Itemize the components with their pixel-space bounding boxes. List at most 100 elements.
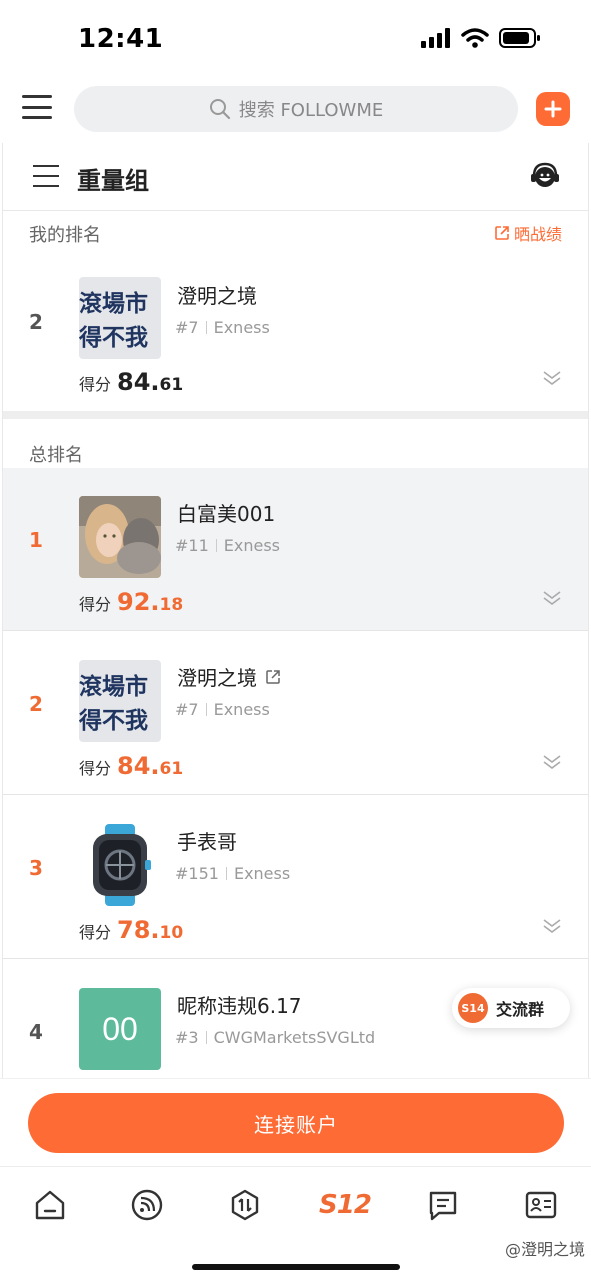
group-header: 重量组	[3, 143, 588, 211]
score-dec: 61	[159, 375, 184, 395]
wifi-icon	[461, 28, 489, 48]
menu-line	[33, 165, 59, 167]
avatar-initials: 00	[102, 1010, 138, 1047]
connect-account-button[interactable]: 连接账户	[28, 1093, 564, 1153]
tab-messages[interactable]	[423, 1185, 463, 1225]
season-badge: S14	[458, 993, 488, 1023]
plus-icon	[544, 100, 562, 118]
tab-home[interactable]	[30, 1185, 70, 1225]
trader-meta: #11 Exness	[175, 536, 280, 555]
section-divider	[3, 411, 588, 419]
tab-s12[interactable]: S12	[319, 1185, 372, 1225]
trader-meta: #7 Exness	[175, 700, 270, 719]
avatar: 滾場市 得不我	[79, 660, 161, 742]
rank-number: 2	[29, 692, 43, 716]
trader-name-text: 澄明之境	[177, 284, 257, 308]
avatar-photo	[79, 496, 161, 578]
headset-icon[interactable]	[530, 161, 560, 191]
search-placeholder: 搜索 FOLLOWME	[238, 100, 384, 121]
tab-profile[interactable]	[521, 1185, 561, 1225]
score-label: 得分	[79, 375, 112, 394]
chevron-down-icon[interactable]	[542, 754, 562, 770]
group-title: 重量组	[77, 167, 149, 195]
avatar	[79, 496, 161, 578]
menu-line	[22, 105, 52, 109]
group-menu-button[interactable]	[33, 165, 59, 187]
tab-feed[interactable]	[127, 1185, 167, 1225]
status-bar: 12:41	[0, 0, 591, 80]
meta-divider	[205, 321, 207, 334]
share-label: 晒战绩	[513, 225, 562, 244]
trader-meta: #151 Exness	[175, 864, 290, 883]
search-icon	[209, 99, 230, 120]
trader-name-text: 白富美001	[177, 502, 276, 526]
chat-group-label: 交流群	[496, 1000, 545, 1019]
add-button[interactable]	[536, 92, 570, 126]
avatar-sign-image: 滾場市 得不我	[79, 277, 161, 359]
broker-name: Exness	[223, 536, 280, 555]
account-id: #7	[175, 318, 199, 337]
chat-group-button[interactable]: S14 交流群	[452, 988, 570, 1028]
cta-area: 连接账户	[0, 1078, 591, 1166]
share-icon	[495, 226, 509, 240]
share-results-link[interactable]: 晒战绩	[494, 221, 562, 245]
rank-row[interactable]: 1 白富美001 #11 Exness 得分 92.18	[3, 468, 588, 631]
score: 得分 84.61	[79, 752, 183, 780]
meta-divider	[225, 867, 227, 880]
avatar: 00	[79, 988, 161, 1070]
rank-number: 1	[29, 528, 43, 552]
external-link-icon[interactable]	[265, 669, 281, 685]
home-icon	[35, 1190, 65, 1220]
rank-row[interactable]: 2 滾場市 得不我 澄明之境 #7 Exness 得分 84.61	[3, 632, 588, 795]
score-dec: 61	[159, 759, 184, 779]
tab-trade[interactable]	[225, 1185, 265, 1225]
trader-name-text: 昵称违规6.17	[177, 994, 302, 1018]
score-value: 92.18	[117, 588, 183, 616]
score: 得分 92.18	[79, 588, 183, 616]
ranking-panel: 重量组 我的排名 晒战绩 2 滾場市 得不我 澄明之境 #7 Exness 得分…	[2, 143, 589, 1088]
trader-name: 昵称违规6.17	[177, 990, 302, 1019]
account-id: #11	[175, 536, 209, 555]
rank-number: 4	[29, 1020, 43, 1044]
menu-line	[22, 116, 52, 119]
rank-number: 2	[29, 310, 43, 334]
account-id: #151	[175, 864, 219, 883]
chevron-down-icon[interactable]	[542, 370, 562, 386]
chevron-down-icon[interactable]	[542, 590, 562, 606]
trade-icon	[231, 1189, 259, 1221]
avatar-sign-line: 得不我	[79, 324, 148, 351]
score-dec: 18	[159, 595, 184, 615]
avatar-sign-line: 滾場市	[79, 673, 148, 700]
meta-divider	[215, 539, 217, 552]
rank-row[interactable]: 3 手表哥 #151 Exness 得分 78.10	[3, 796, 588, 959]
signal-icon	[421, 28, 450, 48]
search-input[interactable]: 搜索 FOLLOWME	[74, 86, 518, 132]
meta-divider	[205, 1031, 207, 1044]
score-label: 得分	[79, 595, 112, 614]
trader-name-text: 澄明之境	[177, 666, 257, 690]
account-id: #3	[175, 1028, 199, 1047]
trader-name-text: 手表哥	[177, 830, 237, 854]
trader-name: 白富美001	[177, 498, 275, 527]
battery-icon	[499, 28, 540, 48]
score-label: 得分	[79, 923, 112, 942]
broker-name: CWGMarketsSVGLtd	[213, 1028, 376, 1047]
menu-line	[22, 95, 52, 98]
chevron-down-icon[interactable]	[542, 918, 562, 934]
score-value: 84.61	[117, 368, 183, 396]
trader-meta: #7 Exness	[175, 318, 270, 337]
my-rank-card[interactable]: 2 滾場市 得不我 澄明之境 #7 Exness 得分 84.61	[3, 248, 588, 411]
broker-name: Exness	[233, 864, 291, 883]
avatar-sign-line: 滾場市	[79, 290, 148, 317]
broker-name: Exness	[213, 318, 270, 337]
score-dec: 10	[159, 923, 184, 943]
trader-name: 澄明之境	[177, 280, 257, 309]
menu-button[interactable]	[22, 92, 52, 122]
status-icons	[421, 28, 541, 48]
avatar-sign-line: 得不我	[79, 707, 148, 734]
menu-line	[33, 185, 59, 187]
avatar	[79, 824, 161, 906]
tab-bar: S12	[0, 1166, 591, 1280]
status-time: 12:41	[78, 24, 164, 54]
home-indicator	[192, 1264, 400, 1270]
